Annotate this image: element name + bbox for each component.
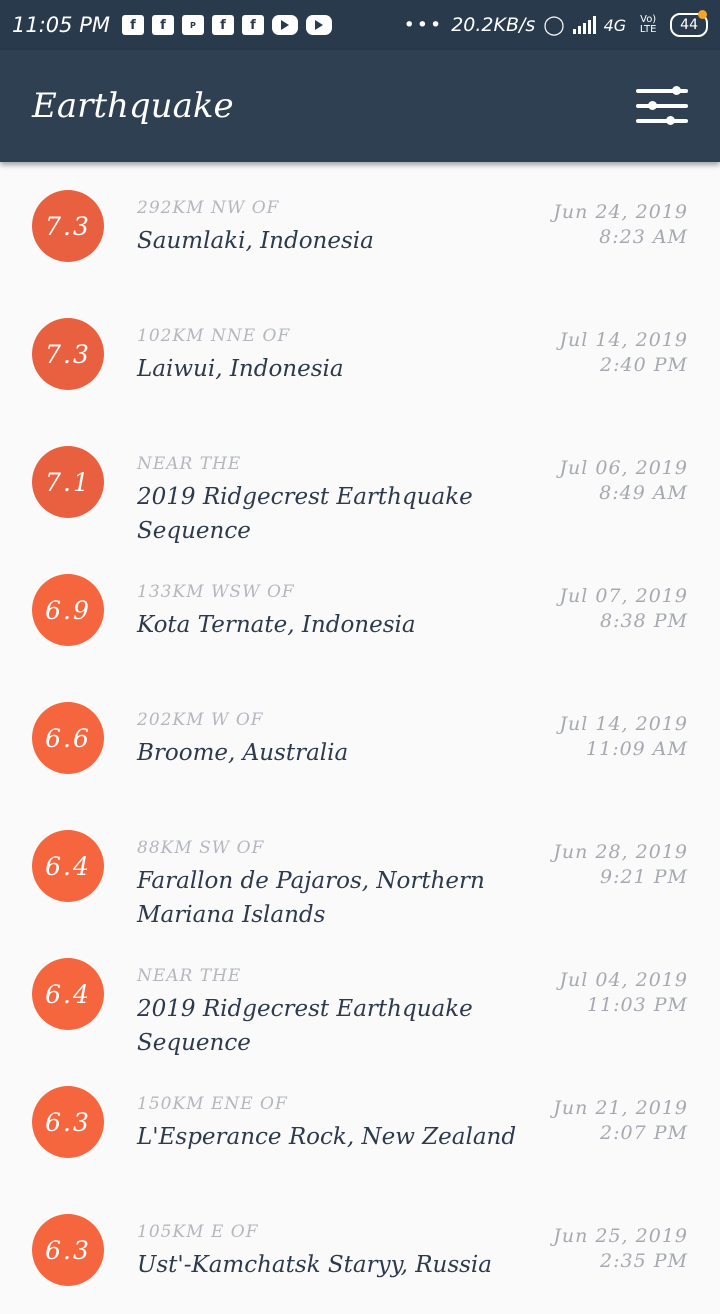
quake-time: 2:07 PM — [600, 1122, 688, 1144]
app-title: Earthquake — [32, 86, 234, 126]
magnitude-badge: 6.9 — [32, 574, 104, 646]
location-offset: NEAR THE — [137, 966, 242, 986]
quake-date: Jun 25, 2019 — [553, 1225, 688, 1247]
location-offset: 133KM WSW OF — [137, 582, 295, 602]
earthquake-list-item[interactable]: 7.1 NEAR THE 2019 Ridgecrest Earthquake Se… — [0, 418, 720, 546]
earthquake-list-item[interactable]: 6.4 NEAR THE 2019 Ridgecrest Earthquake Se… — [0, 930, 720, 1058]
earthquake-list-item[interactable]: 6.3 105KM E OF Ust'-Kamchatsk Staryy, Russ… — [0, 1186, 720, 1314]
alarm-icon: ◯ — [543, 14, 565, 36]
facebook-icon: f — [241, 15, 264, 35]
location-primary: Saumlaki, Indonesia — [137, 228, 374, 254]
more-notifications-icon: ••• — [403, 14, 444, 36]
magnitude-badge: 6.6 — [32, 702, 104, 774]
quake-date: Jul 14, 2019 — [559, 713, 688, 735]
network-speed: 20.2KB/s — [451, 14, 536, 36]
location-offset: 105KM E OF — [137, 1222, 259, 1242]
location-primary: Kota Ternate, Indonesia — [137, 612, 416, 638]
location-primary: Farallon de Pajaros, Northern Mariana Is… — [137, 868, 485, 928]
network-type: 4G — [603, 15, 627, 35]
location-offset: 292KM NW OF — [137, 198, 280, 218]
filter-button[interactable] — [636, 83, 688, 129]
location-offset: 102KM NNE OF — [137, 326, 291, 346]
volte-label: Vo) LTE — [639, 14, 657, 35]
date-time: Jul 07, 2019 8:38 PM — [559, 584, 688, 634]
shopping-bag-icon: f — [151, 15, 174, 35]
facebook-icon: f — [121, 15, 144, 35]
signal-icon — [572, 16, 596, 34]
date-time: Jun 28, 2019 9:21 PM — [553, 840, 688, 890]
youtube-icon — [271, 15, 298, 35]
quake-time: 11:09 AM — [586, 738, 688, 760]
date-time: Jul 06, 2019 8:49 AM — [559, 456, 688, 506]
notification-icons: f f P f f — [121, 15, 332, 35]
quake-time: 9:21 PM — [600, 866, 688, 888]
facebook-icon: f — [211, 15, 234, 35]
location-primary: Ust'-Kamchatsk Staryy, Russia — [137, 1252, 492, 1278]
quake-date: Jun 24, 2019 — [553, 201, 688, 223]
earthquake-list-item[interactable]: 6.6 202KM W OF Broome, Australia Jul 14, 20… — [0, 674, 720, 802]
status-bar: 11:05 PM f f P f f ••• 20.2KB/s ◯ 4G Vo)… — [0, 0, 720, 50]
location-offset: 202KM W OF — [137, 710, 264, 730]
location-offset: 150KM ENE OF — [137, 1094, 288, 1114]
quake-time: 8:49 AM — [599, 482, 688, 504]
magnitude-badge: 6.3 — [32, 1086, 104, 1158]
quake-date: Jun 28, 2019 — [553, 841, 688, 863]
location-primary: 2019 Ridgecrest Earthquake Sequence — [137, 996, 473, 1056]
date-time: Jul 14, 2019 11:09 AM — [559, 712, 688, 762]
quake-time: 11:03 PM — [586, 994, 688, 1016]
earthquake-list-item[interactable]: 7.3 102KM NNE OF Laiwui, Indonesia Jul 14, … — [0, 290, 720, 418]
location-primary: 2019 Ridgecrest Earthquake Sequence — [137, 484, 473, 544]
date-time: Jul 04, 2019 11:03 PM — [559, 968, 688, 1018]
location-primary: L'Esperance Rock, New Zealand — [137, 1124, 517, 1150]
earthquake-list-item[interactable]: 6.4 88KM SW OF Farallon de Pajaros, Northe… — [0, 802, 720, 930]
quake-time: 2:35 PM — [600, 1250, 688, 1272]
quake-date: Jul 04, 2019 — [559, 969, 688, 991]
app-bar: Earthquake — [0, 50, 720, 162]
date-time: Jul 14, 2019 2:40 PM — [559, 328, 688, 378]
quake-date: Jul 06, 2019 — [559, 457, 688, 479]
location-offset: NEAR THE — [137, 454, 242, 474]
location-primary: Laiwui, Indonesia — [137, 356, 344, 382]
battery-level: 44 — [680, 17, 698, 33]
magnitude-badge: 7.3 — [32, 318, 104, 390]
date-time: Jun 24, 2019 8:23 AM — [553, 200, 688, 250]
date-time: Jun 25, 2019 2:35 PM — [553, 1224, 688, 1274]
quake-time: 2:40 PM — [600, 354, 688, 376]
youtube-icon — [305, 15, 332, 35]
quake-time: 8:38 PM — [600, 610, 688, 632]
earthquake-list-item[interactable]: 6.3 150KM ENE OF L'Esperance Rock, New Zea… — [0, 1058, 720, 1186]
magnitude-badge: 6.3 — [32, 1214, 104, 1286]
magnitude-badge: 6.4 — [32, 958, 104, 1030]
magnitude-badge: 7.1 — [32, 446, 104, 518]
status-time: 11:05 PM — [12, 13, 110, 37]
location-offset: 88KM SW OF — [137, 838, 265, 858]
battery-icon: 44 — [670, 10, 708, 37]
magnitude-badge: 6.4 — [32, 830, 104, 902]
quake-time: 8:23 AM — [599, 226, 688, 248]
status-right: ••• 20.2KB/s ◯ 4G Vo) LTE 44 — [403, 10, 708, 37]
paytm-icon: P — [181, 15, 204, 35]
quake-date: Jul 07, 2019 — [559, 585, 688, 607]
magnitude-badge: 7.3 — [32, 190, 104, 262]
location-primary: Broome, Australia — [137, 740, 349, 766]
date-time: Jun 21, 2019 2:07 PM — [553, 1096, 688, 1146]
quake-date: Jul 14, 2019 — [559, 329, 688, 351]
earthquake-list-item[interactable]: 7.3 292KM NW OF Saumlaki, Indonesia Jun 24,… — [0, 162, 720, 290]
quake-date: Jun 21, 2019 — [553, 1097, 688, 1119]
earthquake-list-item[interactable]: 6.9 133KM WSW OF Kota Ternate, Indonesia Ju… — [0, 546, 720, 674]
